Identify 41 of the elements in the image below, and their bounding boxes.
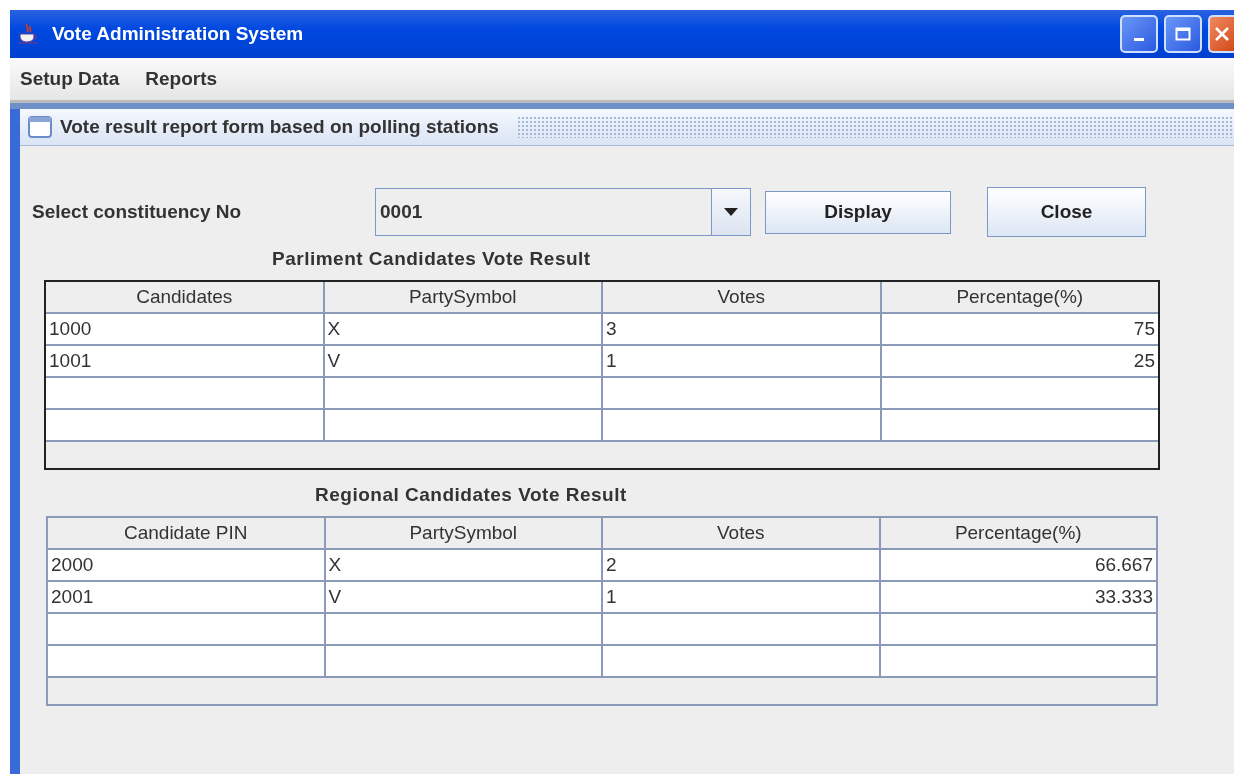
table-cell: V <box>325 582 603 614</box>
column-header[interactable]: PartySymbol <box>324 282 603 314</box>
table-cell: 1000 <box>46 314 325 346</box>
column-header[interactable]: PartySymbol <box>325 518 603 550</box>
table-cell: 2000 <box>48 550 326 582</box>
display-button[interactable]: Display <box>765 190 951 234</box>
column-header[interactable]: Candidates <box>46 282 325 314</box>
minimize-button[interactable] <box>1120 15 1158 53</box>
frame-title: Vote result report form based on polling stations <box>60 116 499 138</box>
table-cell: 3 <box>603 314 882 346</box>
table-cell: 1 <box>603 582 881 614</box>
table-title: Regional Candidates Vote Result <box>315 484 627 506</box>
menu-item[interactable]: Reports <box>145 68 218 90</box>
table-cell: 1001 <box>46 346 325 378</box>
maximize-button[interactable] <box>1164 15 1202 53</box>
table-cell: 2001 <box>48 582 326 614</box>
maximize-icon <box>1175 26 1191 42</box>
column-header[interactable]: Votes <box>603 518 881 550</box>
column-header[interactable]: Votes <box>603 282 882 314</box>
dropdown-arrow-icon <box>724 208 738 216</box>
minimize-icon <box>1133 37 1145 41</box>
table-cell: X <box>325 550 603 582</box>
table-cell: 2 <box>603 550 881 582</box>
table-cell: V <box>324 346 603 378</box>
table-title: Parliment Candidates Vote Result <box>272 248 591 270</box>
constituency-label: Select constituency No <box>32 201 243 223</box>
window-icon <box>28 116 52 138</box>
close-icon <box>1214 26 1230 42</box>
coffee-cup-icon <box>16 22 40 46</box>
menu-item[interactable]: Setup Data <box>20 68 120 90</box>
table-cell: 75 <box>881 314 1158 346</box>
table-cell: X <box>324 314 603 346</box>
close-button[interactable] <box>1208 15 1234 53</box>
close-form-button[interactable]: Close <box>987 187 1146 237</box>
constituency-dropdown[interactable]: 0001 <box>375 188 751 236</box>
table-cell: 66.667 <box>880 550 1156 582</box>
table-cell: 33.333 <box>880 582 1156 614</box>
window-title: Vote Administration System <box>52 23 304 45</box>
table-cell: 1 <box>603 346 882 378</box>
table-cell: 25 <box>881 346 1158 378</box>
column-header[interactable]: Candidate PIN <box>48 518 326 550</box>
